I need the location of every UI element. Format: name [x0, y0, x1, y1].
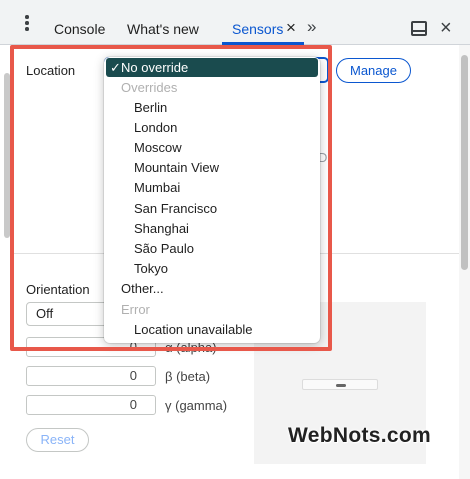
tab-sensors[interactable]: Sensors — [232, 20, 283, 38]
dropdown-option[interactable]: São Paulo — [104, 239, 320, 259]
checkmark-icon: ✓ — [110, 60, 121, 75]
watermark: WebNots.com — [288, 424, 431, 447]
dropdown-option[interactable]: Shanghai — [104, 219, 320, 239]
devtools-tab-strip: Console What's new Sensors × » × — [0, 0, 470, 45]
gamma-input[interactable]: 0 — [26, 395, 156, 415]
dropdown-option[interactable]: San Francisco — [104, 199, 320, 219]
dropdown-option-selected[interactable]: ✓ No override — [106, 58, 318, 77]
location-label: Location — [26, 63, 76, 78]
tab-console[interactable]: Console — [54, 20, 105, 38]
dock-side-icon[interactable] — [411, 21, 427, 36]
tab-whats-new[interactable]: What's new — [127, 20, 199, 38]
beta-label: β (beta) — [165, 369, 211, 384]
close-drawer-icon[interactable]: × — [440, 17, 452, 39]
dropdown-option[interactable]: Mumbai — [104, 178, 320, 198]
close-tab-icon[interactable]: × — [286, 19, 296, 37]
active-tab-indicator — [222, 42, 304, 45]
dropdown-option[interactable]: Location unavailable — [104, 320, 320, 340]
dropdown-group-overrides: Overrides — [121, 80, 178, 95]
dropdown-option[interactable]: Tokyo — [104, 259, 320, 279]
drawer-scrollbar-thumb[interactable] — [4, 73, 10, 238]
more-tabs-icon[interactable]: » — [307, 17, 317, 37]
more-options-icon[interactable] — [24, 15, 30, 33]
dropdown-option[interactable]: Moscow — [104, 138, 320, 158]
orientation-label: Orientation — [26, 282, 90, 297]
dropdown-option[interactable]: Berlin — [104, 98, 320, 118]
dropdown-option-other[interactable]: Other... — [104, 279, 320, 299]
location-dropdown-menu: ✓ No override Overrides Berlin London Mo… — [104, 57, 320, 343]
orientation-select[interactable]: Off — [26, 302, 111, 326]
dropdown-option-label: No override — [121, 60, 189, 75]
device-notch — [336, 384, 346, 387]
beta-input[interactable]: 0 — [26, 366, 156, 386]
dropdown-option[interactable]: Mountain View — [104, 158, 320, 178]
gamma-label: γ (gamma) — [165, 398, 228, 413]
dropdown-option[interactable]: London — [104, 118, 320, 138]
dropdown-group-error: Error — [121, 302, 150, 317]
vertical-scrollbar-thumb[interactable] — [461, 55, 468, 270]
manage-button[interactable]: Manage — [336, 58, 411, 83]
reset-button[interactable]: Reset — [26, 428, 89, 452]
